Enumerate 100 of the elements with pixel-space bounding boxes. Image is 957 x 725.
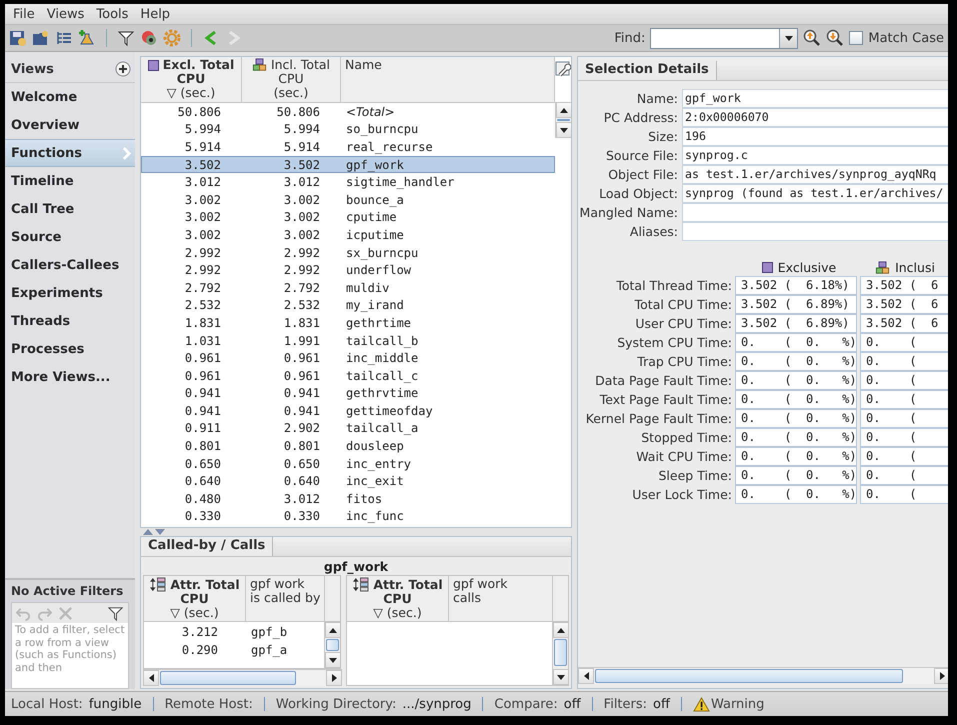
scrollbar[interactable] xyxy=(552,622,568,685)
metric-label: System CPU Time: xyxy=(616,335,732,350)
table-row[interactable]: 5.994 5.994 so_burncpu xyxy=(141,120,555,138)
down-arrow-icon[interactable] xyxy=(784,34,794,42)
panel-tab[interactable]: Selection Details xyxy=(578,61,717,80)
table-row[interactable]: 2.992 2.992 sx_burncpu xyxy=(141,244,555,262)
text-field[interactable]: gpf_work xyxy=(682,89,948,108)
sidebar-item[interactable]: Timeline xyxy=(5,167,135,195)
search-up-icon[interactable] xyxy=(803,29,822,47)
table-row[interactable]: 3.002 3.002 icputime xyxy=(141,226,555,244)
warning-icon[interactable] xyxy=(692,696,710,712)
menu-item[interactable]: File xyxy=(8,4,40,24)
checkbox[interactable] xyxy=(849,31,864,45)
sidebar-item-label: Experiments xyxy=(11,286,103,300)
menu-item[interactable]: Help xyxy=(135,4,176,24)
text-field[interactable]: as test.1.er/archives/synprog_ayqNRq xyxy=(682,165,948,184)
compare-list-icon[interactable] xyxy=(55,29,73,47)
down-arrow-icon[interactable] xyxy=(328,656,338,664)
table-row[interactable]: 1.831 1.831 gethrtime xyxy=(141,314,555,332)
column-header: (sec.) xyxy=(386,606,422,620)
sidebar-item[interactable]: Threads xyxy=(5,307,135,335)
status-text[interactable]: Warning xyxy=(710,696,764,712)
table-row[interactable]: 2.792 2.792 muldiv xyxy=(141,278,555,297)
text-field[interactable]: 196 xyxy=(682,127,948,146)
table-cell-text: 3.002 xyxy=(184,228,222,242)
table-row[interactable]: 5.914 5.914 real_recurse xyxy=(141,138,555,156)
scrollbar[interactable] xyxy=(555,102,571,138)
table-row[interactable]: 0.650 0.650 inc_entry xyxy=(141,454,555,472)
scrollbar-thumb[interactable] xyxy=(160,671,296,685)
column-title: CPU xyxy=(278,72,304,86)
sidebar-item[interactable]: Functions xyxy=(5,139,135,167)
scrollbar-thumb[interactable] xyxy=(557,119,570,121)
sidebar-item[interactable]: More Views... xyxy=(5,363,135,391)
text-field[interactable]: synprog (found as test.1.er/archives/ xyxy=(682,184,948,203)
table-cell-text: 0.801 xyxy=(184,439,222,454)
sidebar-item[interactable]: Processes xyxy=(5,335,135,363)
scrollbar[interactable] xyxy=(324,622,340,668)
function-title: gpf_work xyxy=(322,558,390,575)
table-row[interactable]: 0.911 2.902 tailcall_a xyxy=(141,420,555,438)
scrollbar[interactable] xyxy=(578,667,948,684)
table-row[interactable]: 50.806 50.806 <Total> xyxy=(141,103,555,121)
filter-icon[interactable] xyxy=(117,29,135,47)
sidebar-item[interactable]: Call Tree xyxy=(5,195,135,223)
save-icon[interactable] xyxy=(9,29,27,47)
metric-value: 0. ( xyxy=(860,352,948,371)
left-arrow-icon[interactable] xyxy=(148,673,154,683)
left-arrow-icon[interactable] xyxy=(582,671,590,681)
panel-tab[interactable]: Called-by / Calls xyxy=(141,537,274,556)
menu-item[interactable]: Tools xyxy=(91,4,134,24)
table-cell-text: 0.941 xyxy=(282,404,321,418)
table-row[interactable]: 3.002 3.002 bounce_a xyxy=(141,190,555,209)
metric-value: 3.502 ( 6 xyxy=(860,314,948,333)
sidebar-item[interactable]: Overview xyxy=(5,111,135,139)
up-arrow-icon[interactable] xyxy=(556,626,566,634)
table-row[interactable]: 0.961 0.961 tailcall_c xyxy=(141,366,555,384)
folder-icon[interactable] xyxy=(32,29,50,47)
table-cell-text: fitos xyxy=(345,492,384,506)
search-down-icon[interactable] xyxy=(826,29,844,47)
sidebar-item-label: Overview xyxy=(11,118,80,132)
table-row[interactable]: 0.941 0.941 gethrvtime xyxy=(141,384,555,402)
scrollbar[interactable] xyxy=(143,669,342,686)
table-row[interactable]: 0.330 0.330 inc_func xyxy=(141,508,555,526)
table-row[interactable]: 3.502 3.502 gpf_work xyxy=(141,156,555,174)
column-header[interactable]: Incl. Total CPU (sec.) xyxy=(242,57,341,102)
text-field[interactable]: 2:0x00006070 xyxy=(682,108,948,127)
table-row[interactable]: 0.941 0.941 gettimeofday xyxy=(141,402,555,420)
table-row[interactable]: 2.532 2.532 my_irand xyxy=(141,296,555,314)
sidebar-item[interactable]: Source xyxy=(5,223,135,251)
scrollbar-thumb[interactable] xyxy=(595,669,903,683)
filter-icon[interactable] xyxy=(107,604,124,622)
table-row[interactable]: 0.640 0.640 inc_exit xyxy=(141,472,555,490)
table-row[interactable]: 3.012 3.012 sigtime_handler xyxy=(141,173,555,191)
column-header[interactable]: Excl. Total CPU ▽ (sec.) xyxy=(141,57,242,102)
eye-icon[interactable] xyxy=(140,29,158,47)
sidebar-item[interactable]: Callers-Callees xyxy=(5,251,135,279)
menu-item[interactable]: Views xyxy=(42,4,90,24)
flask-add-icon[interactable] xyxy=(78,29,96,47)
table-row[interactable]: 0.961 0.961 inc_middle xyxy=(141,349,555,367)
add-icon[interactable] xyxy=(115,61,131,77)
table-row[interactable]: 1.031 1.991 tailcall_b xyxy=(141,332,555,350)
table-cell-text: 3.002 xyxy=(184,210,222,224)
text-field[interactable] xyxy=(682,222,948,241)
table-row[interactable]: 0.801 0.801 dousleep xyxy=(141,437,555,455)
scrollbar-thumb[interactable] xyxy=(554,639,567,666)
text-field[interactable] xyxy=(682,203,948,222)
table-row[interactable]: 3.002 3.002 cputime xyxy=(141,208,555,226)
find-field[interactable] xyxy=(650,28,798,48)
table-row[interactable]: 0.480 3.012 fitos xyxy=(141,490,555,508)
sidebar-item[interactable]: Welcome xyxy=(5,83,135,111)
wrench-icon[interactable] xyxy=(555,61,571,77)
sidebar-item[interactable]: Experiments xyxy=(5,279,135,307)
text-field[interactable]: synprog.c xyxy=(682,146,948,165)
right-arrow-icon[interactable] xyxy=(938,671,946,681)
scrollbar-thumb[interactable] xyxy=(326,639,340,651)
down-arrow-icon[interactable] xyxy=(559,126,569,134)
right-arrow-icon[interactable] xyxy=(330,673,338,683)
up-arrow-icon[interactable] xyxy=(559,106,569,114)
table-row[interactable]: 2.992 2.992 underflow xyxy=(141,261,555,279)
up-arrow-icon[interactable] xyxy=(328,626,338,634)
down-arrow-icon[interactable] xyxy=(556,674,566,680)
